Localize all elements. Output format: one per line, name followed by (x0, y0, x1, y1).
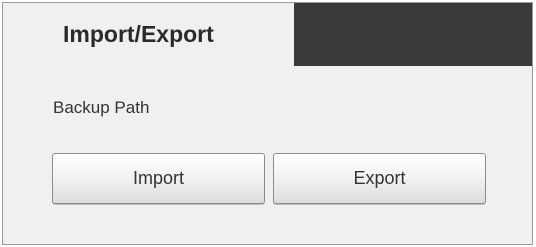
import-export-panel: Import/Export Backup Path Import Export (2, 2, 533, 245)
backup-path-label: Backup Path (53, 98, 150, 117)
tab-import-export[interactable]: Import/Export (3, 3, 294, 66)
import-button[interactable]: Import (52, 153, 265, 204)
export-button[interactable]: Export (273, 153, 486, 204)
tab-import-export-label: Import/Export (63, 21, 214, 47)
tab-bar: Import/Export (3, 3, 532, 66)
